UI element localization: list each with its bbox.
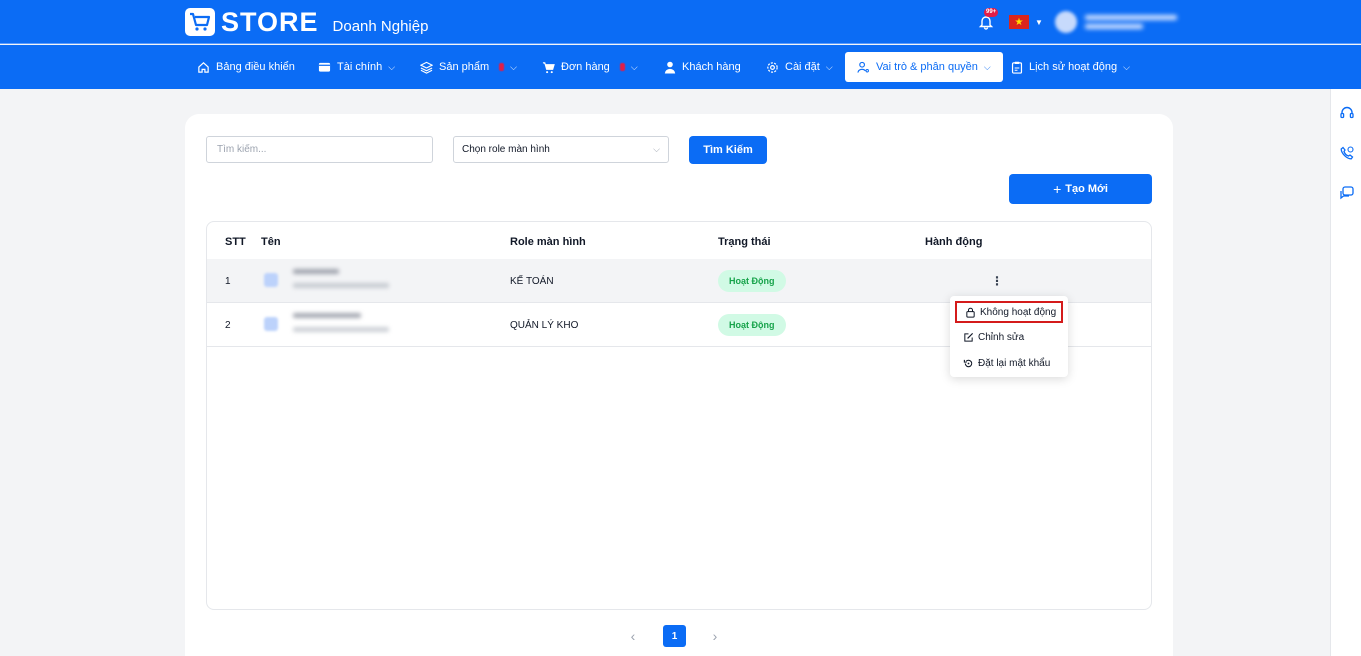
user-name-blurred [293,313,389,332]
menu-item-edit[interactable]: Chỉnh sửa [955,326,1063,348]
status-badge: Hoạt Động [718,270,786,292]
headset-icon[interactable] [1339,105,1355,121]
pagination-prev[interactable]: ‹ [625,625,641,647]
chevron-down-icon: ⌵ [1123,61,1130,72]
menu-item-label: Chỉnh sửa [978,331,1025,343]
lock-icon [966,307,975,318]
nav-label: Cài đặt [785,61,820,73]
language-selector[interactable]: ★ ▼ [1009,15,1043,29]
nav-item-dashboard[interactable]: Bảng điều khiển [197,45,295,89]
nav-label: Đơn hàng [561,61,610,73]
wallet-icon [318,62,331,72]
menu-item-label: Không hoạt động [980,306,1057,318]
nav-label: Lịch sử hoạt động [1029,61,1118,73]
top-bar: STORE Doanh Nghiệp 99+ ★ ▼ [0,0,1361,44]
more-actions-button[interactable]: ⋮ [991,271,1003,291]
vietnam-flag-icon: ★ [1009,15,1029,29]
status-badge: Hoạt Động [718,314,786,336]
row-stt: 2 [225,319,231,331]
notification-button[interactable]: 99+ [975,8,999,33]
nav-item-customers[interactable]: Khách hàng [664,45,741,89]
roles-table: STT Tên Role màn hình Trạng thái Hành độ… [206,221,1152,610]
action-menu: Không hoạt động Chỉnh sửa Đặt lại mật kh… [950,296,1068,377]
user-key-icon [857,61,869,73]
row-role: KẾ TOÁN [510,275,554,287]
nav-item-settings[interactable]: Cài đặt ⌵ [766,45,833,89]
nav-label: Sản phẩm [439,61,490,73]
nav-label: Vai trò & phân quyền [876,61,978,73]
menu-item-reset-password[interactable]: Đặt lại mật khẩu [955,352,1063,374]
user-icon [664,61,676,73]
nav-label: Bảng điều khiển [216,61,295,73]
nav-item-products[interactable]: Sản phẩm ⌵ [420,45,517,89]
row-status: Hoạt Động [718,303,786,347]
cart-icon [542,61,555,73]
user-info-blurred [1084,15,1177,29]
gear-icon [767,61,778,73]
logo-text: STORE [221,7,319,37]
edit-icon [964,332,974,342]
search-button[interactable]: Tìm Kiếm [689,136,767,164]
column-header-status: Trạng thái [718,236,771,248]
avatar [1054,11,1077,33]
chevron-down-icon: ⌵ [983,61,991,72]
kebab-icon: ⋮ [991,274,1003,288]
nav-item-finance[interactable]: Tài chính ⌵ [318,45,395,89]
row-stt: 1 [225,275,231,287]
search-input[interactable] [206,136,433,163]
chevron-down-icon: ⌵ [510,61,517,72]
nav-label: Tài chính [337,61,383,73]
chat-icon[interactable] [1339,185,1355,201]
role-select[interactable]: Chọn role màn hình ⌵ [453,136,669,163]
user-menu[interactable] [1054,11,1177,33]
home-icon [198,61,209,73]
reset-icon [963,359,973,367]
nav-badge [499,63,505,71]
avatar [264,317,278,331]
column-header-actions: Hành động [925,236,983,248]
chevron-down-icon: ⌵ [630,61,638,72]
right-support-rail [1330,89,1361,656]
notification-badge: 99+ [984,8,999,17]
column-header-name: Tên [261,236,281,248]
chevron-down-icon: ⌵ [825,61,833,72]
row-status: Hoạt Động [718,259,786,303]
chevron-down-icon: ⌵ [653,144,660,154]
create-button-label: Tạo Mới [1065,183,1108,195]
create-button[interactable]: + Tạo Mới [1009,174,1152,204]
nav-item-activity-log[interactable]: Lịch sử hoạt động ⌵ [1011,45,1130,89]
phone-support-icon[interactable] [1339,145,1355,161]
role-select-value: Chọn role màn hình [462,144,550,155]
avatar [264,273,278,287]
menu-item-label: Đặt lại mật khẩu [978,357,1051,369]
nav-label: Khách hàng [682,61,741,73]
layers-icon [420,61,433,74]
plus-icon: + [1053,181,1062,197]
pagination-next[interactable]: › [707,625,723,647]
menu-item-deactivate[interactable]: Không hoạt động [955,301,1063,323]
nav-badge [619,63,625,71]
row-role: QUẢN LÝ KHO [510,319,579,331]
nav-item-orders[interactable]: Đơn hàng ⌵ [542,45,638,89]
logo[interactable]: STORE Doanh Nghiệp [185,8,428,36]
column-header-stt: STT [225,236,246,248]
chevron-down-icon: ⌵ [388,61,396,72]
column-header-role: Role màn hình [510,236,586,248]
top-right-controls: 99+ ★ ▼ [975,8,1177,36]
logo-subtitle: Doanh Nghiệp [332,17,429,35]
nav-item-roles[interactable]: Vai trò & phân quyền ⌵ [845,52,1003,82]
cart-logo-icon [185,8,215,36]
pagination-page-1[interactable]: 1 [663,625,686,647]
clipboard-icon [1011,61,1023,74]
caret-down-icon: ▼ [1035,17,1043,27]
user-name-blurred [293,269,389,288]
main-nav: Bảng điều khiển Tài chính ⌵ Sản phẩm ⌵ Đ… [0,45,1361,89]
